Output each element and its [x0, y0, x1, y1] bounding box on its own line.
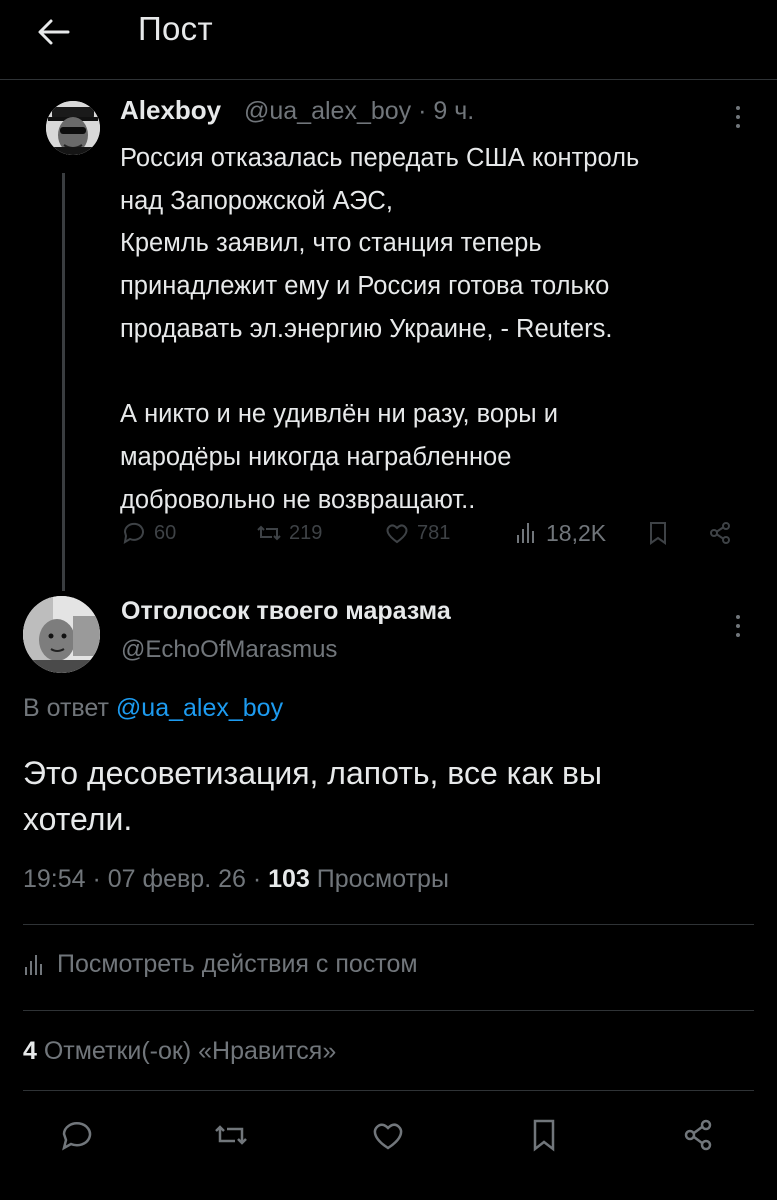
post-text-line: Кремль заявил, что станция теперь: [120, 229, 542, 258]
views-chart-icon: [517, 523, 534, 543]
post-text-line: продавать эл.энергию Украине, - Reuters.: [120, 314, 613, 343]
post-text-line: добровольно не возвращают..: [120, 485, 476, 514]
post-text-line: мародёры никогда награбленное: [120, 442, 512, 471]
like-button[interactable]: 781: [383, 519, 450, 547]
post-actions: 60 219 781 18,2K: [120, 519, 750, 559]
repost-button[interactable]: [208, 1112, 254, 1158]
views-label: Просмотры: [309, 865, 449, 893]
post-text-line: А никто и не удивлён ни разу, воры и: [120, 400, 558, 429]
view-count: 18,2K: [546, 519, 607, 546]
post-text-line: над Запорожской АЭС,: [120, 186, 393, 215]
like-button[interactable]: [365, 1112, 411, 1158]
repost-icon: [257, 525, 281, 541]
reply-action-bar: [0, 1112, 777, 1172]
view-post-activity-link[interactable]: Посмотреть действия с постом: [23, 950, 418, 979]
more-vertical-icon: [736, 106, 740, 128]
views-chart-icon: [25, 954, 42, 975]
replying-to: В ответ @ua_alex_boy: [23, 694, 283, 723]
divider: [23, 924, 754, 925]
views-button[interactable]: 18,2K: [512, 519, 606, 547]
heart-icon: [373, 1123, 403, 1150]
repost-button[interactable]: 219: [255, 519, 322, 547]
avatar-alexboy[interactable]: [46, 101, 100, 155]
repost-count: 219: [289, 521, 323, 544]
like-count: 781: [417, 521, 451, 544]
divider: [23, 1010, 754, 1011]
more-options-button[interactable]: [726, 103, 750, 131]
author-meta: @ua_alex_boy · 9 ч.: [244, 97, 475, 125]
reply-icon: [62, 1121, 92, 1151]
likes-label: Отметки(-ок) «Нравится»: [36, 1037, 337, 1065]
thread-line: [62, 173, 65, 591]
replying-prefix: В ответ: [23, 694, 109, 722]
repost-icon: [215, 1125, 247, 1145]
post-text: Россия отказалась передать США контроль …: [120, 137, 760, 521]
bookmark-button[interactable]: [644, 519, 672, 547]
post-text-line: принадлежит ему и Россия готова только: [120, 272, 610, 301]
bookmark-button[interactable]: [521, 1112, 567, 1158]
reply-button[interactable]: 60: [120, 519, 176, 547]
reply-more-options-button[interactable]: [726, 612, 750, 640]
reply-button[interactable]: [54, 1112, 100, 1158]
likes-summary[interactable]: 4 Отметки(-ок) «Нравится»: [23, 1037, 336, 1066]
reply-text-line: Это десоветизация, лапоть, все как вы: [23, 755, 603, 791]
reply-author-handle[interactable]: @EchoOfMarasmus: [121, 636, 337, 664]
back-button[interactable]: [34, 12, 74, 52]
bookmark-icon: [533, 1119, 555, 1152]
share-button[interactable]: [706, 519, 734, 547]
share-icon: [684, 1119, 712, 1151]
top-bar: Пост: [0, 0, 777, 80]
replying-mention-link[interactable]: @ua_alex_boy: [116, 694, 283, 722]
share-icon: [710, 522, 730, 544]
post-text-line: Россия отказалась передать США контроль: [120, 144, 640, 172]
reply-author-name[interactable]: Отголосок твоего маразма: [121, 597, 451, 626]
arrow-left-icon: [38, 19, 70, 45]
reply-text: Это десоветизация, лапоть, все как вы хо…: [23, 750, 743, 842]
bookmark-icon: [650, 522, 666, 545]
avatar-echoofmarasmus[interactable]: [23, 596, 100, 673]
post-timestamp: 19:54 · 07 февр. 26 · 103 Просмотры: [23, 865, 449, 894]
page-title: Пост: [138, 10, 213, 47]
reply-count: 60: [154, 521, 177, 544]
divider: [23, 1090, 754, 1091]
view-activity-label: Посмотреть действия с постом: [57, 950, 418, 978]
author-name[interactable]: Alexboy: [120, 95, 221, 126]
likes-count: 4: [23, 1037, 37, 1065]
reply-icon: [123, 522, 144, 544]
heart-icon: [386, 524, 408, 544]
more-vertical-icon: [736, 615, 740, 637]
time-date: 19:54 · 07 февр. 26 ·: [23, 865, 269, 893]
reply-text-line: хотели.: [23, 801, 133, 837]
views-count: 103: [268, 865, 310, 893]
share-button[interactable]: [675, 1112, 721, 1158]
